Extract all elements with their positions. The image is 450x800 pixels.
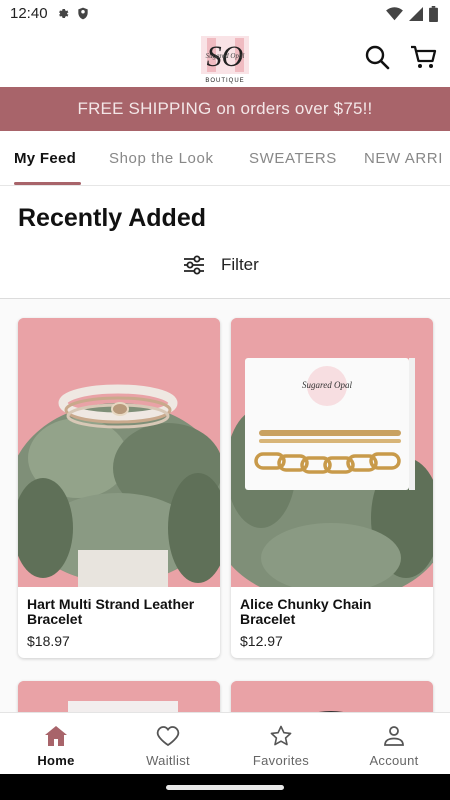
product-card[interactable]: Hart Multi Strand Leather Bracelet $18.9… xyxy=(18,318,220,658)
signal-icon xyxy=(409,7,423,21)
nav-waitlist-label: Waitlist xyxy=(146,753,190,768)
home-icon xyxy=(45,726,67,746)
product-image[interactable] xyxy=(18,318,220,587)
promo-banner[interactable]: FREE SHIPPING on orders over $75!! xyxy=(0,87,450,131)
svg-text:BOUTIQUE: BOUTIQUE xyxy=(205,78,244,84)
promo-banner-text: FREE SHIPPING on orders over $75!! xyxy=(77,99,373,118)
person-icon xyxy=(384,726,404,746)
nav-account[interactable]: Account xyxy=(338,713,450,775)
product-name: Alice Chunky Chain Bracelet xyxy=(240,596,372,627)
product-price: $18.97 xyxy=(27,633,70,649)
product-price: $12.97 xyxy=(240,633,283,649)
section-title: Recently Added xyxy=(18,204,207,232)
product-name: Hart Multi Strand Leather Bracelet xyxy=(27,596,195,627)
search-icon[interactable] xyxy=(364,44,390,70)
tab-my-feed[interactable]: My Feed xyxy=(14,150,76,167)
tab-new-arrivals[interactable]: NEW ARRI xyxy=(364,150,443,167)
status-time: 12:40 xyxy=(10,5,48,22)
brand-logo[interactable]: SO Sugared Opal BOUTIQUE xyxy=(197,34,253,84)
tab-shop-the-look[interactable]: Shop the Look xyxy=(109,150,214,167)
card-brand-text: Sugared Opal xyxy=(302,380,352,390)
heart-icon xyxy=(156,726,180,747)
nav-favorites[interactable]: Favorites xyxy=(225,713,337,775)
filter-button[interactable]: Filter xyxy=(183,255,259,275)
product-image[interactable]: Sugared Opal xyxy=(231,318,433,587)
nav-favorites-label: Favorites xyxy=(252,753,310,768)
nav-waitlist[interactable]: Waitlist xyxy=(112,713,224,775)
active-tab-indicator xyxy=(14,182,81,185)
nav-home[interactable]: Home xyxy=(0,713,112,775)
settings-gear-icon xyxy=(59,9,69,18)
home-gesture-pill[interactable] xyxy=(166,785,284,790)
nav-home-label: Home xyxy=(37,753,75,768)
product-card[interactable]: Sugared Opal Alice Chunky Chain Bracelet… xyxy=(231,318,433,658)
star-icon xyxy=(270,725,292,746)
tab-sweaters[interactable]: SWEATERS xyxy=(249,150,337,167)
system-navigation-bar xyxy=(0,774,450,800)
bottom-navigation: Home Waitlist Favorites Account xyxy=(0,712,450,774)
filter-label: Filter xyxy=(221,255,259,274)
shield-icon xyxy=(78,7,88,20)
app-header: SO Sugared Opal BOUTIQUE xyxy=(0,28,450,87)
wifi-icon xyxy=(386,7,403,21)
category-tabs: My Feed Shop the Look SWEATERS NEW ARRI xyxy=(0,131,450,186)
battery-icon xyxy=(429,6,438,22)
filter-sliders-icon xyxy=(184,255,204,275)
cart-icon[interactable] xyxy=(410,44,438,70)
status-bar: 12:40 xyxy=(0,0,450,28)
nav-account-label: Account xyxy=(369,753,419,768)
svg-text:Sugared Opal: Sugared Opal xyxy=(206,52,245,60)
